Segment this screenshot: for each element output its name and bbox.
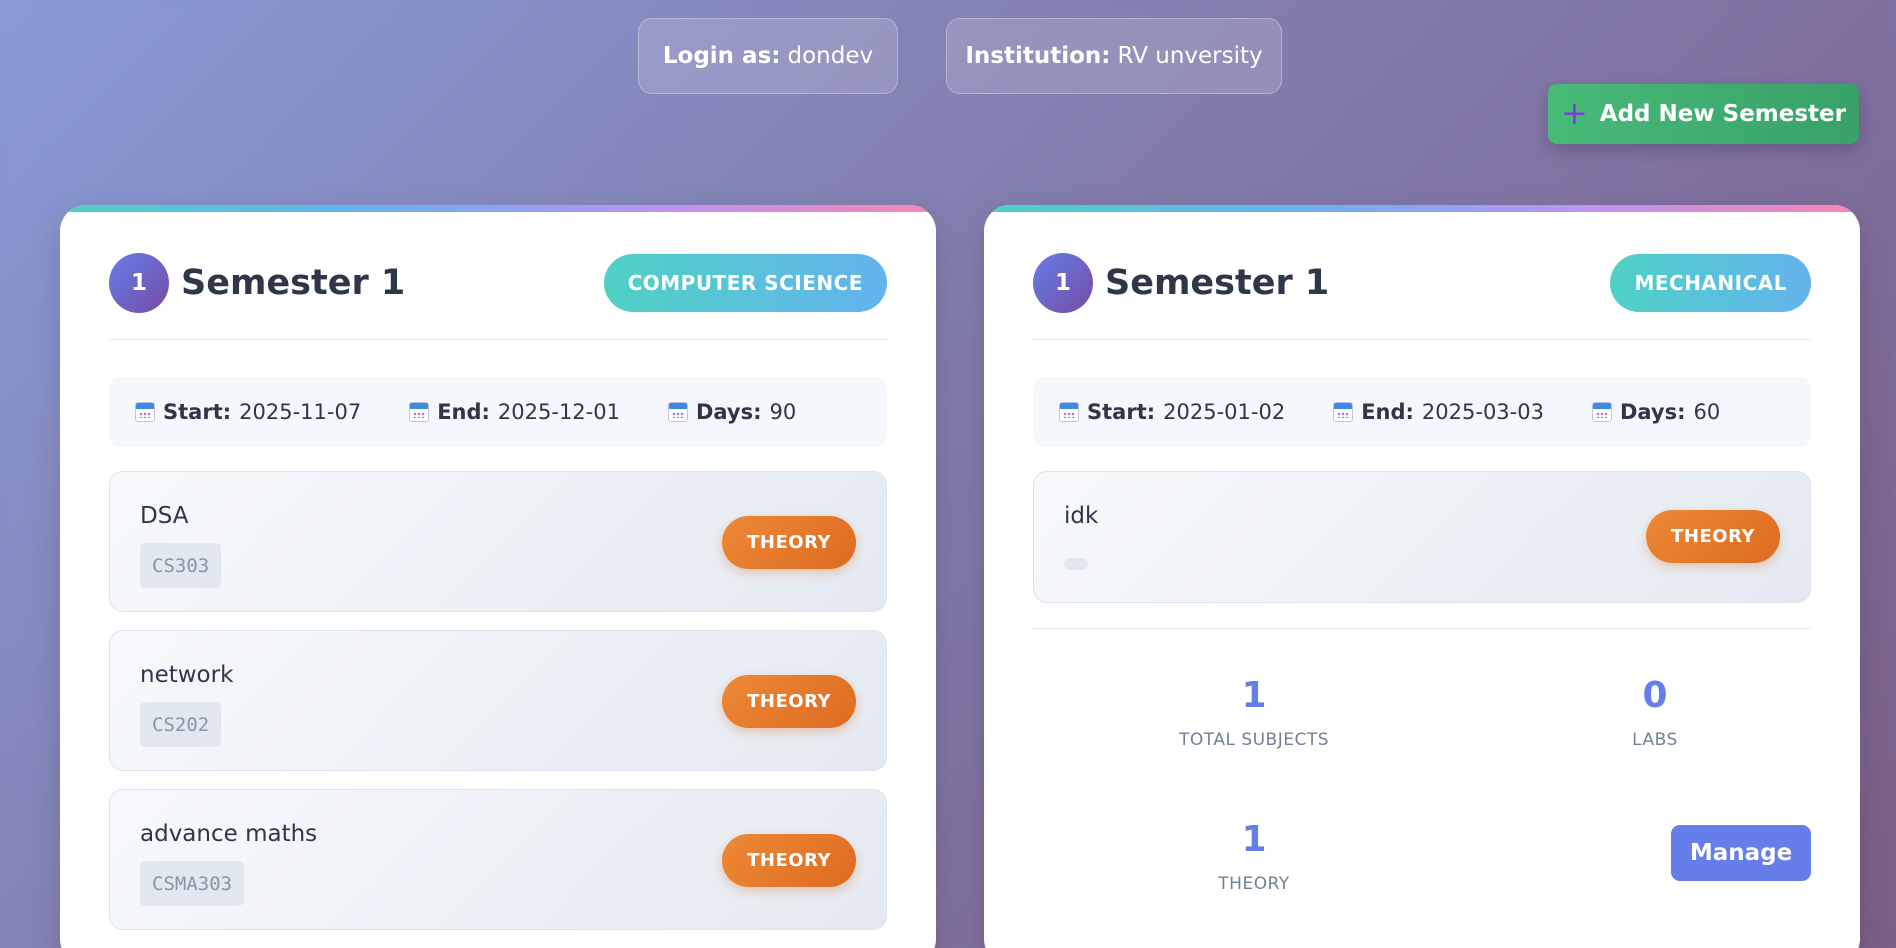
semester-card: 1 Semester 1 COMPUTER SCIENCE Start: 202…	[60, 205, 936, 948]
days-value: 90	[769, 400, 797, 424]
end-date-value: 2025-03-03	[1421, 400, 1544, 424]
subject-item[interactable]: DSA CS303 THEORY	[109, 471, 887, 612]
subject-item[interactable]: advance maths CSMA303 THEORY	[109, 789, 887, 930]
header-divider	[1033, 339, 1811, 340]
calendar-icon	[409, 402, 430, 422]
semester-header: 1 Semester 1 MECHANICAL	[1033, 253, 1811, 313]
stats-divider	[1033, 628, 1811, 629]
subject-item[interactable]: network CS202 THEORY	[109, 630, 887, 771]
institution-info: Institution: RV unversity	[946, 18, 1282, 94]
end-date-label: End:	[437, 400, 490, 424]
calendar-icon	[1059, 402, 1079, 422]
subject-name: DSA	[140, 503, 189, 529]
total-subjects-label: TOTAL SUBJECTS	[1178, 730, 1330, 750]
department-badge: COMPUTER SCIENCE	[603, 254, 887, 312]
subject-type-badge: THEORY	[722, 675, 856, 728]
start-date-value: 2025-11-07	[239, 400, 362, 424]
institution-name: RV unversity	[1117, 43, 1263, 69]
subject-code: CSMA303	[140, 861, 245, 906]
plus-icon: +	[1560, 93, 1588, 132]
subject-item[interactable]: idk THEORY	[1033, 471, 1811, 603]
days-count: Days: 90	[667, 400, 797, 424]
start-date-label: Start:	[1087, 400, 1156, 424]
semester-number-badge: 1	[109, 253, 169, 313]
add-new-semester-button[interactable]: + Add New Semester	[1548, 84, 1859, 144]
semester-title: Semester 1	[181, 263, 406, 303]
start-date-value: 2025-01-02	[1163, 400, 1286, 424]
subject-code	[1064, 558, 1088, 570]
labs-value: 0	[1642, 675, 1668, 716]
subject-type-badge: THEORY	[1646, 510, 1780, 563]
semester-header: 1 Semester 1 COMPUTER SCIENCE	[109, 253, 887, 313]
theory-label: THEORY	[1218, 874, 1290, 894]
manage-button[interactable]: Manage	[1671, 825, 1811, 881]
subject-code: CS303	[140, 543, 222, 588]
login-label: Login as:	[662, 43, 781, 69]
calendar-icon	[1333, 402, 1354, 422]
login-info: Login as: dondev	[638, 18, 898, 94]
end-date-value: 2025-12-01	[497, 400, 620, 424]
start-date-label: Start:	[163, 400, 232, 424]
add-new-semester-label: Add New Semester	[1599, 101, 1846, 127]
calendar-icon	[1591, 402, 1612, 422]
days-count: Days: 60	[1591, 400, 1721, 424]
subject-name: idk	[1064, 503, 1099, 529]
subject-type-badge: THEORY	[722, 834, 856, 887]
labs-stat: 0 LABS	[1555, 675, 1755, 750]
start-date: Start: 2025-01-02	[1059, 400, 1285, 424]
department-badge: MECHANICAL	[1610, 254, 1811, 312]
days-label: Days:	[1619, 400, 1686, 424]
start-date: Start: 2025-11-07	[135, 400, 361, 424]
end-date: End: 2025-12-01	[409, 400, 620, 424]
end-date-label: End:	[1361, 400, 1414, 424]
semester-card: 1 Semester 1 MECHANICAL Start: 2025-01-0…	[984, 205, 1860, 948]
labs-label: LABS	[1632, 730, 1678, 750]
calendar-icon	[135, 402, 155, 422]
subject-code: CS202	[140, 702, 222, 747]
calendar-icon	[667, 402, 688, 422]
header-divider	[109, 339, 887, 340]
total-subjects-stat: 1 TOTAL SUBJECTS	[1154, 675, 1354, 750]
semester-title: Semester 1	[1105, 263, 1330, 303]
days-label: Days:	[695, 400, 762, 424]
subject-name: network	[140, 662, 234, 688]
theory-value: 1	[1241, 819, 1267, 860]
semester-number-badge: 1	[1033, 253, 1093, 313]
subject-type-badge: THEORY	[722, 516, 856, 569]
end-date: End: 2025-03-03	[1333, 400, 1544, 424]
subject-name: advance maths	[140, 821, 318, 847]
semester-dates: Start: 2025-01-02 End: 2025-03-03 Days: …	[1033, 377, 1811, 447]
days-value: 60	[1693, 400, 1721, 424]
institution-label: Institution:	[965, 43, 1111, 69]
total-subjects-value: 1	[1241, 675, 1267, 716]
theory-stat: 1 THEORY	[1154, 819, 1354, 894]
semester-dates: Start: 2025-11-07 End: 2025-12-01 Days: …	[109, 377, 887, 447]
login-username: dondev	[787, 43, 874, 69]
